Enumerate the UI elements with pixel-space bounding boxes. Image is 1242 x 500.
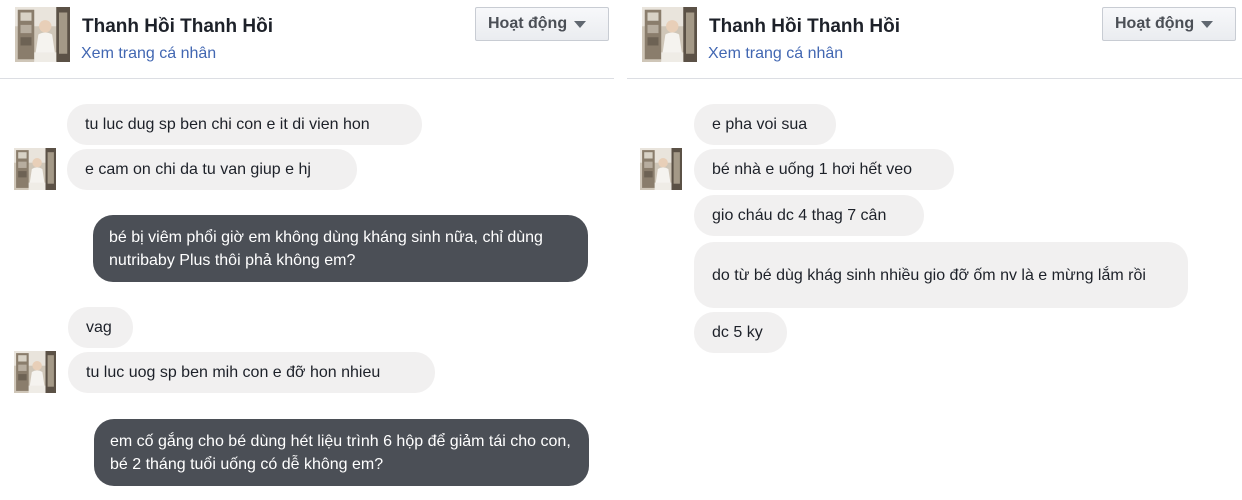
status-dropdown-button[interactable]: Hoạt động <box>475 7 609 41</box>
message-bubble-outgoing: bé bị viêm phổi giờ em không dùng kháng … <box>93 215 588 282</box>
message-text: do từ bé dùg khág sinh nhiều gio đỡ ốm n… <box>712 266 1146 284</box>
chat-header: Thanh Hồi Thanh Hồi Xem trang cá nhân Ho… <box>627 0 1242 79</box>
contact-avatar-small <box>640 148 682 190</box>
contact-avatar-small <box>14 351 56 393</box>
message-bubble-outgoing: em cố gắng cho bé dùng hét liệu trình 6 … <box>94 419 589 486</box>
message-text: tu luc uog sp ben mih con e đỡ hon nhieu <box>86 364 381 381</box>
message-text: dc 5 ky <box>712 324 763 341</box>
message-bubble-incoming: dc 5 ky <box>694 312 787 353</box>
message-text: gio cháu dc 4 thag 7 cân <box>712 207 887 224</box>
message-bubble-incoming: tu luc dug sp ben chi con e it di vien h… <box>67 104 422 145</box>
message-text: bé bị viêm phổi giờ em không dùng kháng … <box>109 228 543 269</box>
contact-name[interactable]: Thanh Hồi Thanh Hồi <box>709 16 900 38</box>
message-bubble-incoming: gio cháu dc 4 thag 7 cân <box>694 195 924 236</box>
message-text: em cố gắng cho bé dùng hét liệu trình 6 … <box>110 432 571 473</box>
message-bubble-incoming: e pha voi sua <box>694 104 836 145</box>
status-dropdown-button[interactable]: Hoạt động <box>1102 7 1236 41</box>
contact-avatar[interactable] <box>15 7 70 62</box>
message-text: bé nhà e uống 1 hơi hết veo <box>712 161 912 178</box>
message-bubble-incoming: vag <box>68 307 133 348</box>
contact-avatar[interactable] <box>642 7 697 62</box>
status-label: Hoạt động <box>1115 15 1195 32</box>
contact-name[interactable]: Thanh Hồi Thanh Hồi <box>82 16 273 38</box>
message-text: e pha voi sua <box>712 116 808 133</box>
view-profile-link[interactable]: Xem trang cá nhân <box>708 45 843 63</box>
view-profile-link[interactable]: Xem trang cá nhân <box>81 45 216 63</box>
message-bubble-incoming: bé nhà e uống 1 hơi hết veo <box>694 149 954 190</box>
message-text: tu luc dug sp ben chi con e it di vien h… <box>85 116 370 133</box>
message-text: vag <box>86 319 112 336</box>
caret-down-icon <box>1201 20 1214 28</box>
message-bubble-incoming: do từ bé dùg khág sinh nhiều gio đỡ ốm n… <box>694 242 1188 308</box>
status-label: Hoạt động <box>488 15 568 32</box>
message-bubble-incoming: tu luc uog sp ben mih con e đỡ hon nhieu <box>68 352 435 393</box>
message-text: e cam on chi da tu van giup e hj <box>85 161 311 178</box>
chat-panel-left: Thanh Hồi Thanh Hồi Xem trang cá nhân Ho… <box>0 0 614 500</box>
contact-avatar-small <box>14 148 56 190</box>
caret-down-icon <box>574 20 587 28</box>
chat-header: Thanh Hồi Thanh Hồi Xem trang cá nhân Ho… <box>0 0 614 79</box>
message-bubble-incoming: e cam on chi da tu van giup e hj <box>67 149 357 190</box>
chat-panel-right: Thanh Hồi Thanh Hồi Xem trang cá nhân Ho… <box>627 0 1242 500</box>
